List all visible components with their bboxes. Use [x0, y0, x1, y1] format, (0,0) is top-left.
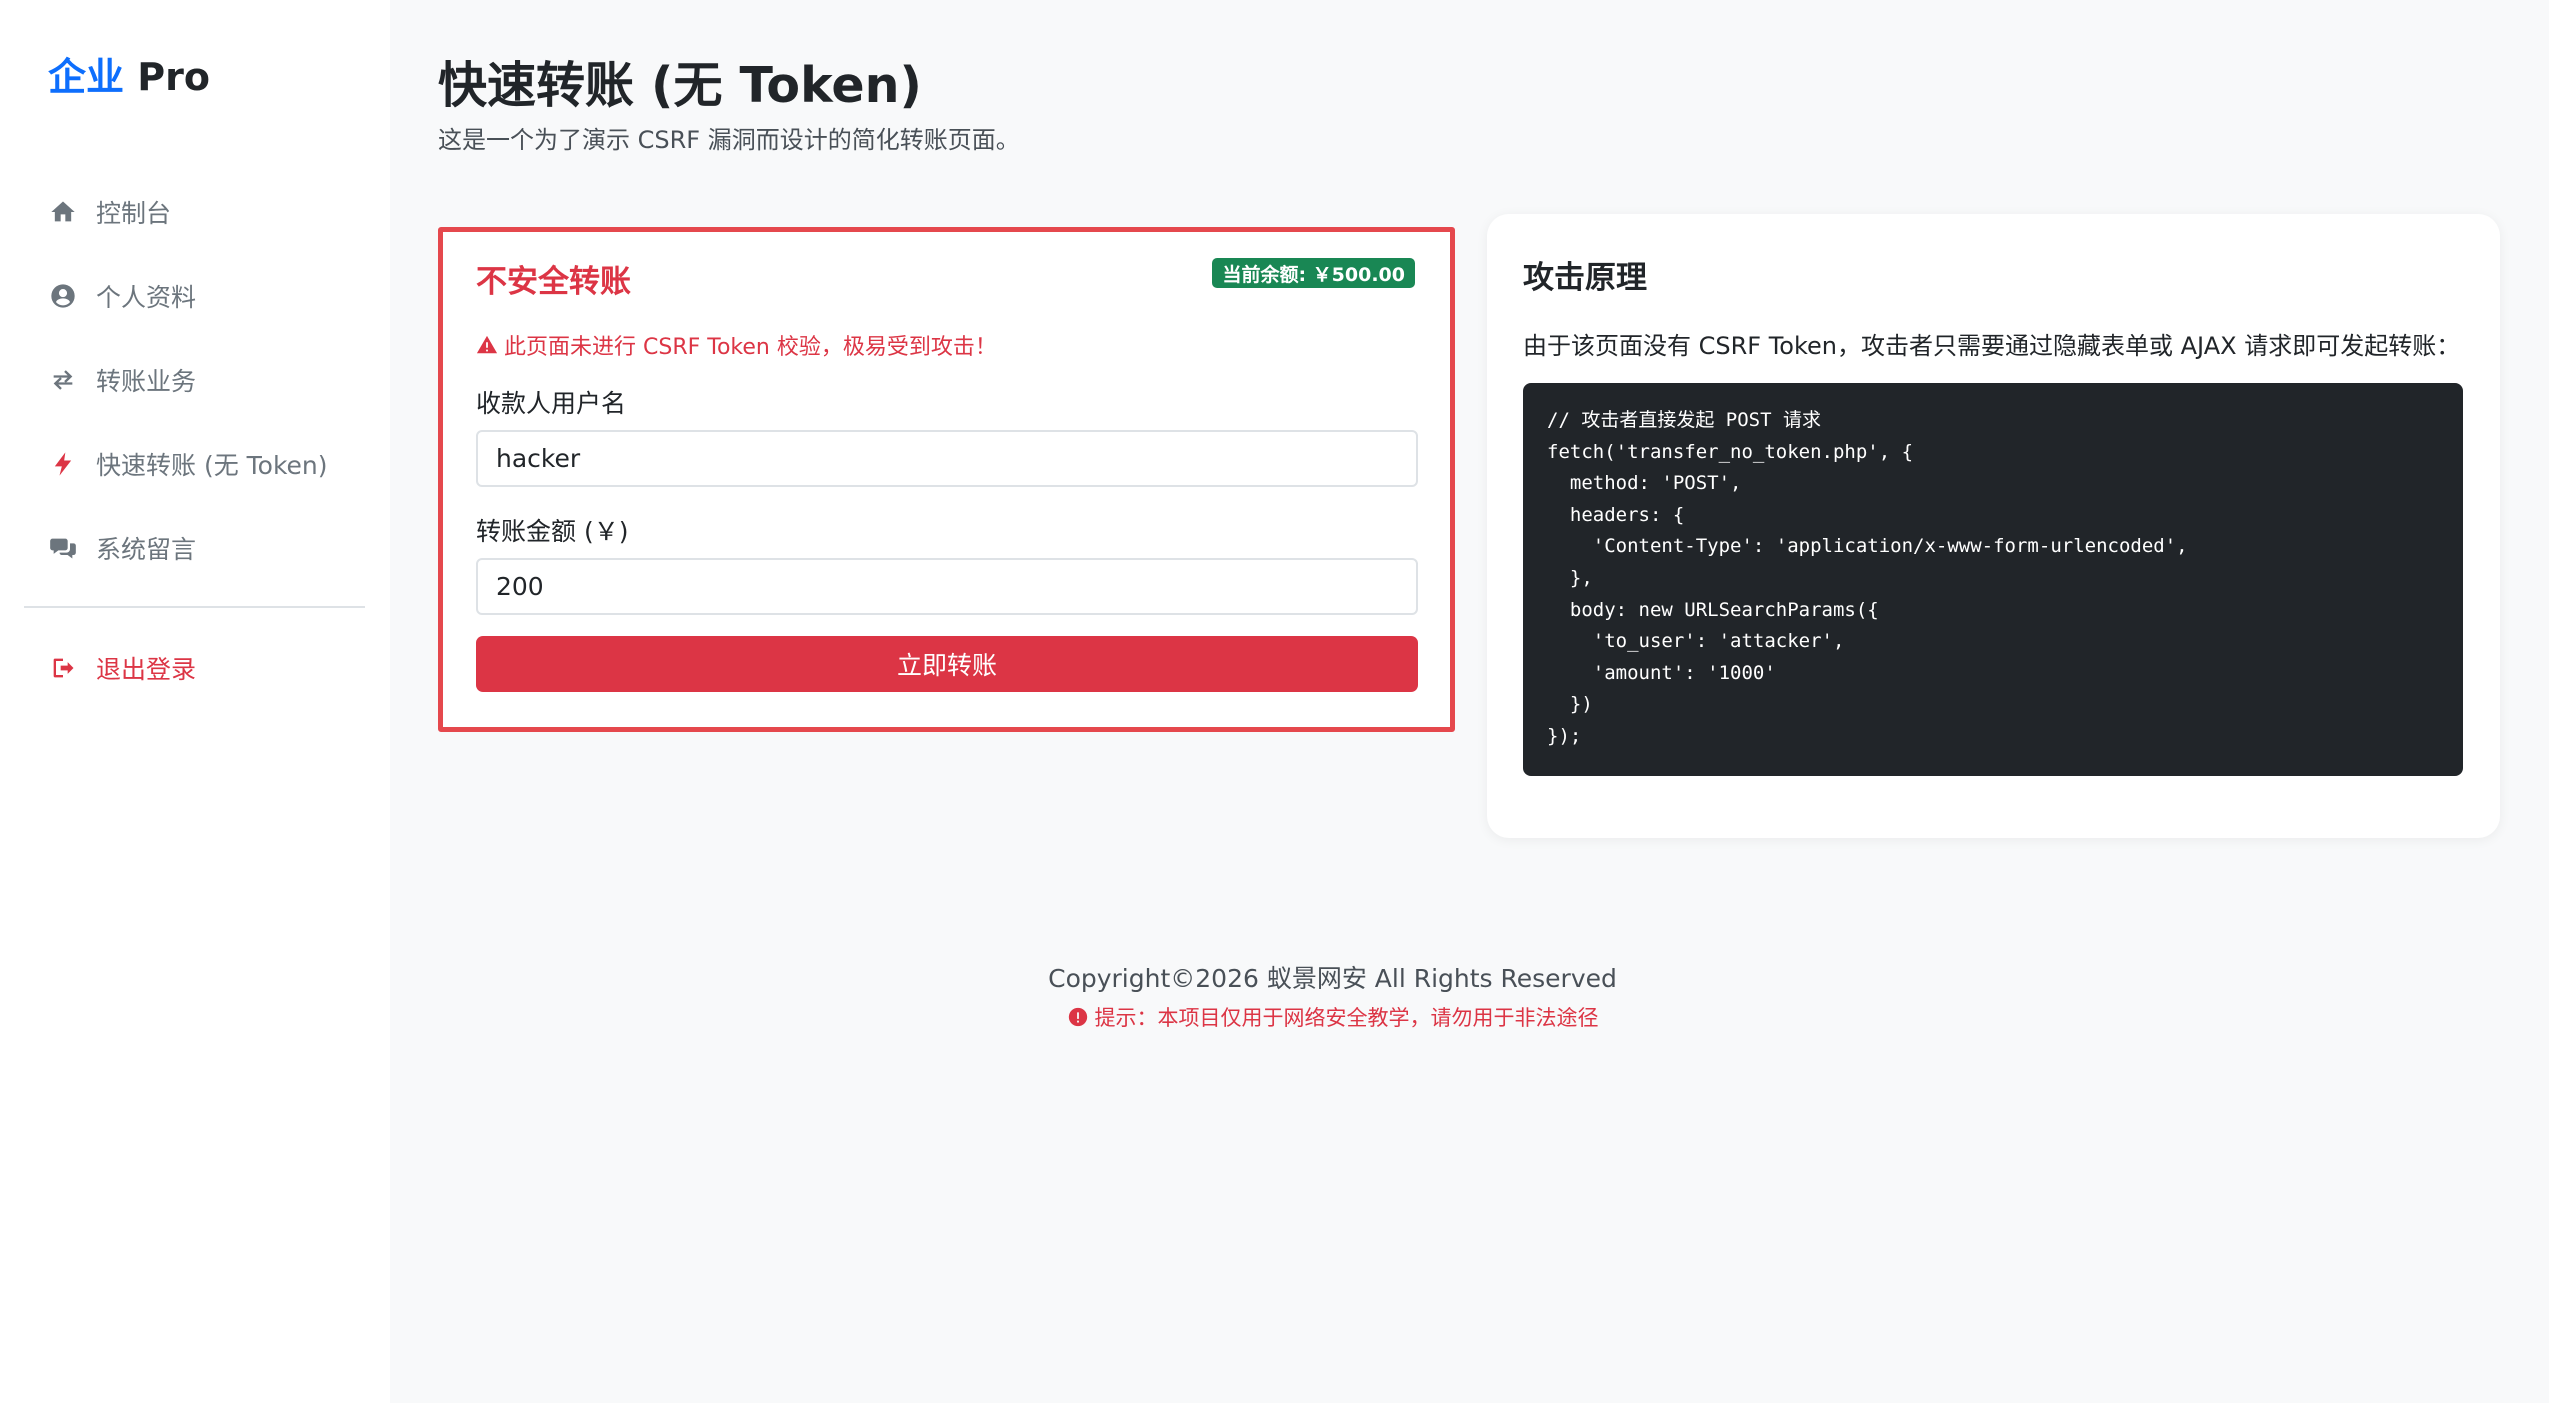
attack-principle-card: 攻击原理 由于该页面没有 CSRF Token，攻击者只需要通过隐藏表单或 AJ… — [1487, 214, 2500, 838]
sidebar-item-label: 转账业务 — [96, 367, 197, 396]
recipient-input[interactable] — [476, 430, 1418, 487]
warning-icon — [476, 335, 498, 354]
footer-note: 提示：本项目仅用于网络安全教学，请勿用于非法途径 — [390, 1002, 2275, 1032]
brand-accent: 企业 — [48, 55, 125, 99]
attack-code-block: // 攻击者直接发起 POST 请求 fetch('transfer_no_to… — [1523, 383, 2463, 776]
exclamation-circle-icon — [1068, 1007, 1087, 1027]
user-circle-icon — [48, 281, 78, 311]
transfer-submit-button[interactable]: 立即转账 — [476, 636, 1418, 692]
sidebar-item-dashboard[interactable]: 控制台 — [48, 170, 368, 254]
sidebar-item-label: 快速转账 (无 Token) — [96, 451, 328, 480]
home-icon — [48, 197, 78, 227]
bolt-icon — [48, 449, 78, 479]
balance-badge: 当前余额: ￥500.00 — [1212, 258, 1415, 288]
csrf-warning: 此页面未进行 CSRF Token 校验，极易受到攻击！ — [476, 329, 997, 361]
recipient-label: 收款人用户名 — [476, 389, 627, 418]
footer-note-text: 提示：本项目仅用于网络安全教学，请勿用于非法途径 — [1094, 1006, 1599, 1030]
exchange-icon — [48, 365, 78, 395]
amount-input[interactable] — [476, 558, 1418, 615]
attack-title: 攻击原理 — [1523, 260, 1647, 296]
comments-icon — [48, 533, 78, 563]
sidebar-item-messages[interactable]: 系统留言 — [48, 506, 368, 590]
sidebar-divider — [24, 606, 365, 608]
sidebar: 企业 Pro 控制台 个人资料 转账业务 快速转账 (无 Token) 系统留言… — [0, 0, 390, 1403]
brand-rest: Pro — [124, 55, 210, 99]
brand-logo[interactable]: 企业 Pro — [48, 46, 210, 101]
attack-description: 由于该页面没有 CSRF Token，攻击者只需要通过隐藏表单或 AJAX 请求… — [1523, 332, 2461, 360]
footer-copyright: Copyright©2026 蚁景网安 All Rights Reserved — [1048, 964, 1617, 993]
sidebar-nav: 控制台 个人资料 转账业务 快速转账 (无 Token) 系统留言 — [48, 170, 368, 590]
sign-out-icon — [48, 653, 78, 683]
sidebar-item-label: 系统留言 — [96, 535, 197, 564]
amount-label: 转账金额 (￥) — [476, 517, 629, 546]
logout-label: 退出登录 — [96, 655, 197, 684]
sidebar-item-profile[interactable]: 个人资料 — [48, 254, 368, 338]
page-title: 快速转账 (无 Token) — [438, 57, 922, 114]
sidebar-item-transfer[interactable]: 转账业务 — [48, 338, 368, 422]
page-subtitle: 这是一个为了演示 CSRF 漏洞而设计的简化转账页面。 — [438, 126, 1020, 154]
card-title: 不安全转账 — [476, 264, 631, 300]
logout-button[interactable]: 退出登录 — [48, 626, 196, 710]
main-content: 快速转账 (无 Token) 这是一个为了演示 CSRF 漏洞而设计的简化转账页… — [390, 0, 2549, 1403]
app-root: 企业 Pro 控制台 个人资料 转账业务 快速转账 (无 Token) 系统留言… — [0, 0, 2549, 1403]
warning-text: 此页面未进行 CSRF Token 校验，极易受到攻击！ — [504, 335, 997, 360]
sidebar-item-quick-transfer[interactable]: 快速转账 (无 Token) — [48, 422, 368, 506]
sidebar-item-label: 控制台 — [96, 199, 172, 228]
insecure-transfer-card: 不安全转账 当前余额: ￥500.00 此页面未进行 CSRF Token 校验… — [438, 227, 1455, 732]
sidebar-item-label: 个人资料 — [96, 283, 197, 312]
